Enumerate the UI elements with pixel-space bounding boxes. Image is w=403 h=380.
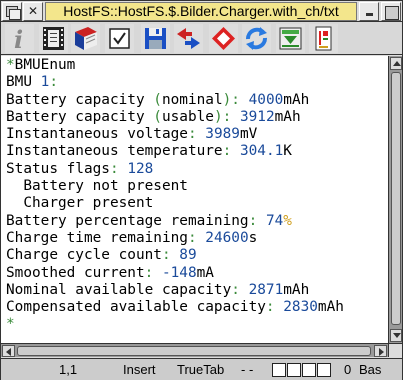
status-indicator-boxes: [272, 363, 332, 380]
save-icon[interactable]: [141, 24, 170, 53]
document-line: Instantaneous temperature: 304.1K: [6, 143, 292, 160]
document-line: Compensated available capacity: 2830mAh: [6, 299, 344, 316]
vertical-scroll-thumb[interactable]: [391, 72, 401, 325]
download-icon[interactable]: [276, 24, 305, 53]
info-icon[interactable]: i: [5, 24, 34, 53]
document-line: Status flags: 128: [6, 160, 154, 177]
document-line: *BMUEnum: [6, 57, 76, 73]
status-count: 0: [344, 362, 352, 377]
document-line: Instantaneous voltage: 3989mV: [6, 126, 258, 143]
document-line: Smoothed current: -148mA: [6, 264, 214, 281]
resize-corner[interactable]: [388, 343, 402, 357]
document-line: Nominal available capacity: 2871mAh: [6, 281, 310, 298]
document-line: *: [6, 316, 15, 333]
status-bar: 1,1 Insert TrueTab - - 0 Bas: [1, 358, 402, 380]
scroll-left-icon[interactable]: [2, 345, 15, 357]
horizontal-scroll-thumb[interactable]: [17, 346, 371, 356]
iconise-icon[interactable]: [359, 2, 379, 21]
scroll-up-icon[interactable]: [390, 57, 402, 70]
checkbox-icon[interactable]: [105, 24, 134, 53]
document-line: BMU 1:: [6, 74, 58, 91]
print-icon[interactable]: [309, 24, 338, 53]
swap-icon[interactable]: [174, 24, 203, 53]
diamond-icon[interactable]: [209, 24, 238, 53]
document-line: Battery capacity (nominal): 4000mAh: [6, 91, 310, 108]
back-icon[interactable]: [2, 2, 22, 21]
film-icon[interactable]: [39, 24, 68, 53]
close-icon[interactable]: [23, 2, 43, 21]
scroll-right-icon[interactable]: [374, 345, 387, 357]
svg-text:i: i: [14, 25, 23, 53]
document-line: Battery capacity (usable): 3912mAh: [6, 108, 301, 125]
editor-window: HostFS::HostFS.$.Bilder.Charger.with_ch/…: [0, 0, 403, 380]
document-line: Charge time remaining: 24600s: [6, 229, 258, 246]
window-title[interactable]: HostFS::HostFS.$.Bilder.Charger.with_ch/…: [45, 2, 357, 21]
cursor-position: 1,1: [59, 362, 78, 377]
tab-mode: TrueTab: [177, 362, 225, 377]
document-line: Battery percentage remaining: 74%: [6, 212, 292, 229]
document-line: Charge cycle count: 89: [6, 247, 197, 264]
title-bar[interactable]: HostFS::HostFS.$.Bilder.Charger.with_ch/…: [1, 1, 402, 22]
status-flags: - -: [241, 362, 254, 377]
vertical-scrollbar[interactable]: [388, 56, 402, 343]
text-document[interactable]: *BMUEnum BMU 1: Battery capacity (nominal)…: [1, 56, 388, 343]
document-line: Battery not present: [6, 178, 188, 195]
toggle-size-icon[interactable]: [381, 2, 401, 21]
edit-mode: Insert: [123, 362, 156, 377]
horizontal-scrollbar[interactable]: [1, 343, 388, 357]
book-icon[interactable]: [71, 24, 100, 53]
toolbar: i: [1, 22, 402, 55]
scroll-down-icon[interactable]: [390, 329, 402, 342]
document-line: Charger present: [6, 195, 154, 212]
refresh-icon[interactable]: [242, 24, 271, 53]
status-extra: Bas: [359, 362, 382, 377]
